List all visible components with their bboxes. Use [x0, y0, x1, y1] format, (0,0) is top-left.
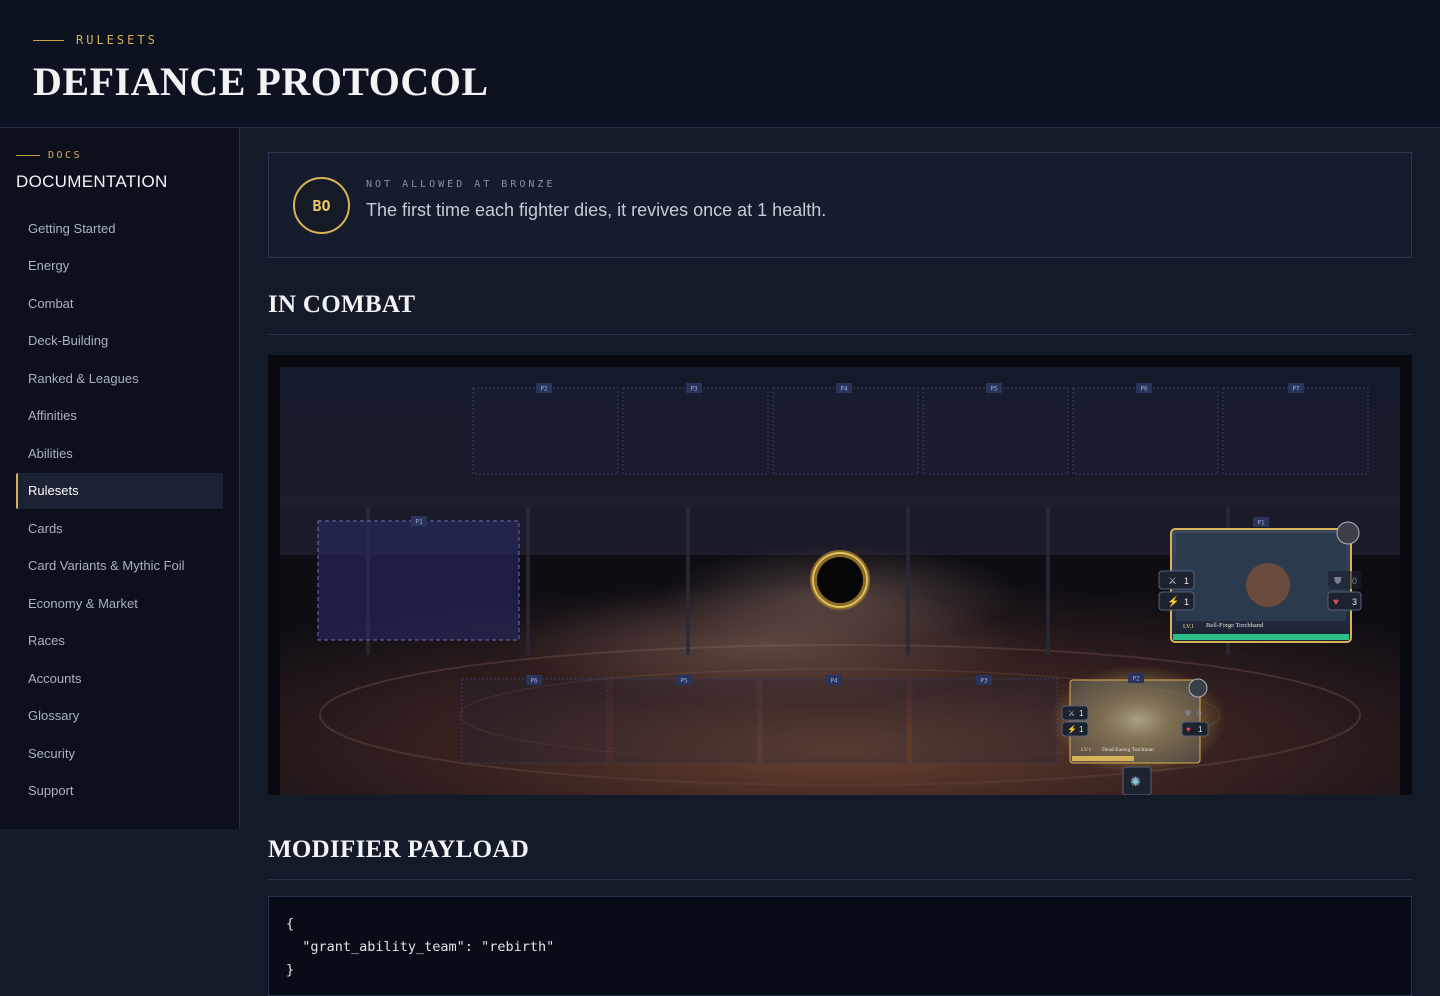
speed-icon: ⚡ — [1067, 724, 1077, 734]
page-title: DEFIANCE PROTOCOL — [33, 59, 489, 104]
slot-label-top: P7 — [1292, 386, 1300, 393]
armor-value: 0 — [1197, 709, 1202, 718]
card-name: Dead-Easing Torchman — [1102, 747, 1154, 753]
sidebar-item-accounts[interactable]: Accounts — [16, 660, 223, 696]
gear-icon — [1188, 678, 1208, 698]
enemy-card[interactable]: P1 LV.1 Bell-Forge Torchhand ⚔ 1 ⚡ 1 ⛊ 0… — [1158, 517, 1362, 643]
card-level: LV.1 — [1183, 624, 1194, 630]
speed-value: 1 — [1184, 597, 1189, 607]
tier-badge: BO — [293, 177, 350, 234]
code-line: { — [286, 916, 295, 932]
sidebar-item-ranked-leagues[interactable]: Ranked & Leagues — [16, 360, 223, 396]
slot-label-top: P3 — [690, 386, 698, 393]
section-heading-payload: MODIFIER PAYLOAD — [268, 836, 530, 863]
shield-icon: ⛊ — [1185, 709, 1191, 718]
sidebar-eyebrow: DOCS — [16, 150, 82, 161]
sidebar-nav: Getting Started Energy Combat Deck-Build… — [16, 210, 223, 810]
ability-icon: ✺ — [1130, 774, 1141, 789]
heart-icon: ♥ — [1186, 725, 1191, 734]
card-slot-label: P2 — [1132, 676, 1140, 683]
slot-label-top: P5 — [990, 386, 998, 393]
sidebar-item-security[interactable]: Security — [16, 735, 223, 771]
sidebar-eyebrow-label: DOCS — [48, 150, 83, 161]
breadcrumb-label: RULESETS — [76, 33, 158, 47]
card-slot-label: P1 — [1257, 520, 1265, 527]
sidebar-item-card-variants[interactable]: Card Variants & Mythic Foil — [16, 548, 223, 584]
sidebar-item-economy-market[interactable]: Economy & Market — [16, 585, 223, 621]
restriction-label: NOT ALLOWED AT BRONZE — [366, 179, 556, 190]
sidebar-item-rulesets[interactable]: Rulesets — [16, 472, 223, 509]
slot-label-top: P4 — [840, 386, 848, 393]
attack-value: 1 — [1184, 576, 1189, 586]
slot-label-top: P6 — [1140, 386, 1148, 393]
sidebar-item-deck-building[interactable]: Deck-Building — [16, 323, 223, 359]
breadcrumb: RULESETS — [33, 33, 158, 47]
shield-icon: ⛊ — [1334, 576, 1342, 587]
speed-icon: ⚡ — [1167, 595, 1179, 608]
slot-label-bottom: P3 — [980, 678, 988, 685]
arena-scene: P2 P3 P4 P5 P6 P7 P1 P6 P5 P4 P3 P1 LV.1… — [268, 355, 1412, 795]
sidebar-item-affinities[interactable]: Affinities — [16, 398, 223, 434]
health-value: 3 — [1352, 597, 1357, 607]
attack-value: 1 — [1079, 709, 1084, 718]
empty-slot-p1[interactable] — [317, 520, 520, 641]
ruleset-card: BO NOT ALLOWED AT BRONZE The first time … — [268, 152, 1412, 258]
section-divider — [268, 879, 1412, 880]
gear-icon — [1336, 521, 1360, 545]
health-value: 1 — [1198, 725, 1203, 734]
docs-sidebar: DOCS DOCUMENTATION Getting Started Energ… — [0, 128, 240, 829]
card-name: Bell-Forge Torchhand — [1206, 622, 1264, 629]
eyebrow-rule — [16, 155, 40, 156]
slot-label-left: P1 — [415, 519, 423, 526]
eyebrow-rule — [33, 39, 64, 41]
player-card[interactable]: P2 LV.1 Dead-Easing Torchman ⚔ 1 ⚡ 1 ⛊ 0… — [1050, 665, 1226, 775]
code-block: { "grant_ability_team": "rebirth" } — [268, 896, 1412, 996]
sidebar-item-support[interactable]: Support — [16, 773, 223, 809]
sword-icon: ⚔ — [1168, 576, 1177, 587]
code-line: "grant_ability_team": "rebirth" — [286, 939, 555, 955]
code-line: } — [286, 962, 295, 978]
sidebar-item-cards[interactable]: Cards — [16, 510, 223, 546]
heart-icon: ♥ — [1333, 597, 1339, 608]
sidebar-item-combat[interactable]: Combat — [16, 285, 223, 321]
speed-value: 1 — [1079, 725, 1084, 734]
ruleset-description: The first time each fighter dies, it rev… — [366, 200, 827, 220]
health-bar — [1173, 634, 1349, 640]
page-header: RULESETS DEFIANCE PROTOCOL — [0, 0, 1440, 128]
slot-label-bottom: P5 — [680, 678, 688, 685]
combat-preview: P2 P3 P4 P5 P6 P7 P1 P6 P5 P4 P3 P1 LV.1… — [268, 355, 1412, 795]
sidebar-title: DOCUMENTATION — [16, 172, 168, 191]
section-heading-combat: IN COMBAT — [268, 291, 416, 318]
sidebar-item-glossary[interactable]: Glossary — [16, 698, 223, 734]
slot-label-bottom: P6 — [530, 678, 538, 685]
slot-label-bottom: P4 — [830, 678, 838, 685]
card-level: LV.1 — [1081, 747, 1091, 753]
sword-icon: ⚔ — [1068, 709, 1075, 718]
health-bar — [1072, 756, 1134, 761]
section-divider — [268, 334, 1412, 335]
sidebar-item-getting-started[interactable]: Getting Started — [16, 210, 223, 246]
armor-value: 0 — [1352, 576, 1357, 586]
sidebar-item-abilities[interactable]: Abilities — [16, 435, 223, 471]
sidebar-item-energy[interactable]: Energy — [16, 248, 223, 284]
sidebar-item-races[interactable]: Races — [16, 623, 223, 659]
slot-label-top: P2 — [540, 386, 548, 393]
